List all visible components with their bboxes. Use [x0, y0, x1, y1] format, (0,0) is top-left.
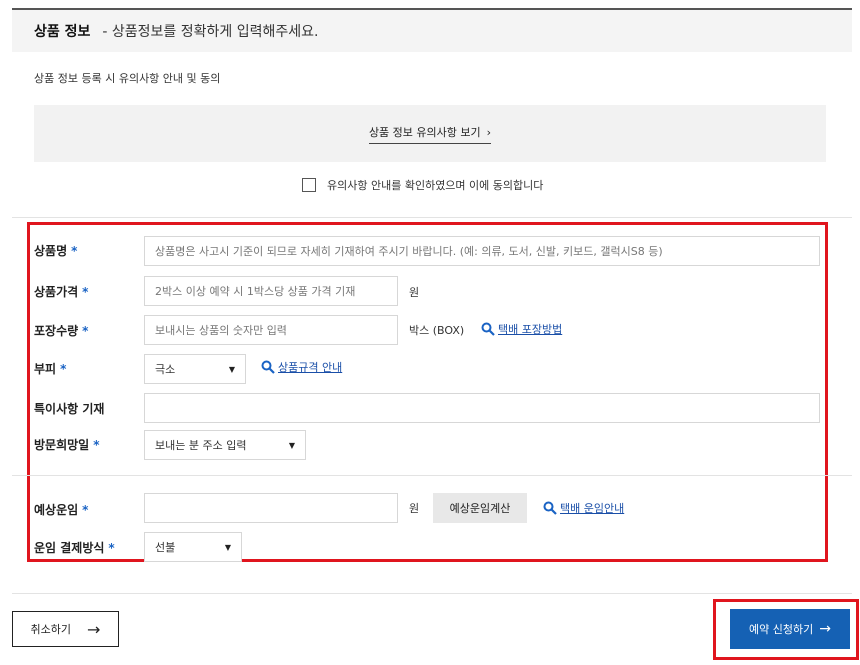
- required-mark: *: [93, 438, 100, 452]
- caret-down-icon: ▼: [228, 364, 235, 374]
- magnifier-icon: [543, 501, 557, 515]
- required-mark: *: [71, 244, 78, 258]
- arrow-right-icon: →: [87, 619, 101, 639]
- payment-method-label-text: 운임 결제방식: [34, 541, 105, 555]
- required-mark: *: [108, 541, 115, 555]
- submit-reservation-button[interactable]: 예약 신청하기 →: [730, 609, 850, 649]
- product-name-label: 상품명 *: [34, 242, 77, 259]
- volume-select[interactable]: 극소 ▼: [144, 354, 246, 384]
- section-subtitle: - 상품정보를 정확하게 입력해주세요.: [102, 24, 319, 40]
- agree-checkbox[interactable]: [302, 178, 316, 192]
- required-mark: *: [82, 503, 89, 517]
- estimated-fare-label: 예상운임 *: [34, 501, 88, 518]
- section-title: 상품 정보: [34, 24, 91, 40]
- estimated-fare-input[interactable]: [144, 493, 398, 523]
- arrow-right-icon: →: [819, 621, 831, 637]
- notice-box: 상품 정보 유의사항 보기 ›: [34, 105, 826, 162]
- caret-down-icon: ▼: [288, 440, 295, 450]
- product-price-unit: 원: [409, 286, 420, 299]
- special-notes-label: 특이사항 기재: [34, 400, 104, 417]
- chevron-right-icon: ›: [486, 125, 492, 139]
- estimated-fare-unit: 원: [409, 502, 420, 515]
- agree-label[interactable]: 유의사항 안내를 확인하였으며 이에 동의합니다: [327, 177, 543, 193]
- notice-label: 상품 정보 등록 시 유의사항 안내 및 동의: [34, 72, 221, 85]
- product-name-input[interactable]: 상품명은 사고시 기준이 되므로 자세히 기재하여 주시기 바랍니다. (예: …: [144, 236, 820, 266]
- special-notes-input[interactable]: [144, 393, 820, 423]
- submit-button-label: 예약 신청하기: [749, 623, 814, 636]
- package-qty-label-text: 포장수량: [34, 324, 79, 338]
- magnifier-icon: [481, 322, 495, 336]
- caret-down-icon: ▼: [224, 542, 231, 552]
- visit-date-label-text: 방문희망일: [34, 438, 90, 452]
- special-notes-label-text: 특이사항 기재: [34, 402, 105, 416]
- size-guide-link[interactable]: 상품규격 안내: [261, 359, 342, 375]
- volume-label-text: 부피: [34, 362, 57, 376]
- cancel-button[interactable]: 취소하기 →: [12, 611, 119, 647]
- product-price-label: 상품가격 *: [34, 283, 88, 300]
- divider: [12, 217, 852, 218]
- volume-label: 부피 *: [34, 360, 66, 377]
- payment-method-label: 운임 결제방식 *: [34, 539, 115, 556]
- divider: [12, 475, 852, 476]
- package-qty-unit: 박스 (BOX): [409, 324, 465, 337]
- visit-date-select-value: 보내는 분 주소 입력: [155, 439, 247, 452]
- product-name-label-text: 상품명: [34, 244, 68, 258]
- payment-method-select-value: 선불: [155, 541, 176, 554]
- notice-view-link-text: 상품 정보 유의사항 보기: [368, 125, 481, 139]
- size-guide-link-text: 상품규격 안내: [278, 361, 343, 374]
- package-qty-input[interactable]: 보내시는 상품의 숫자만 입력: [144, 315, 398, 345]
- section-header: 상품 정보 - 상품정보를 정확하게 입력해주세요.: [12, 10, 852, 52]
- fare-guide-link-text: 택배 운임안내: [560, 502, 625, 515]
- divider: [12, 593, 852, 594]
- cancel-button-label: 취소하기: [30, 623, 72, 636]
- magnifier-icon: [261, 360, 275, 374]
- notice-view-link[interactable]: 상품 정보 유의사항 보기 ›: [368, 124, 492, 144]
- product-price-label-text: 상품가격: [34, 285, 79, 299]
- fare-guide-link[interactable]: 택배 운임안내: [543, 500, 624, 516]
- required-mark: *: [82, 324, 89, 338]
- required-mark: *: [60, 362, 67, 376]
- packing-guide-link[interactable]: 택배 포장방법: [481, 321, 562, 337]
- visit-date-label: 방문희망일 *: [34, 436, 99, 453]
- estimated-fare-label-text: 예상운임: [34, 503, 79, 517]
- package-qty-label: 포장수량 *: [34, 322, 88, 339]
- product-price-input[interactable]: 2박스 이상 예약 시 1박스당 상품 가격 기재: [144, 276, 398, 306]
- packing-guide-link-text: 택배 포장방법: [498, 323, 563, 336]
- payment-method-select[interactable]: 선불 ▼: [144, 532, 242, 562]
- agree-row: 유의사항 안내를 확인하였으며 이에 동의합니다: [302, 177, 543, 193]
- calculate-fare-button[interactable]: 예상운임계산: [433, 493, 527, 523]
- volume-select-value: 극소: [155, 363, 176, 376]
- required-mark: *: [82, 285, 89, 299]
- visit-date-select[interactable]: 보내는 분 주소 입력 ▼: [144, 430, 306, 460]
